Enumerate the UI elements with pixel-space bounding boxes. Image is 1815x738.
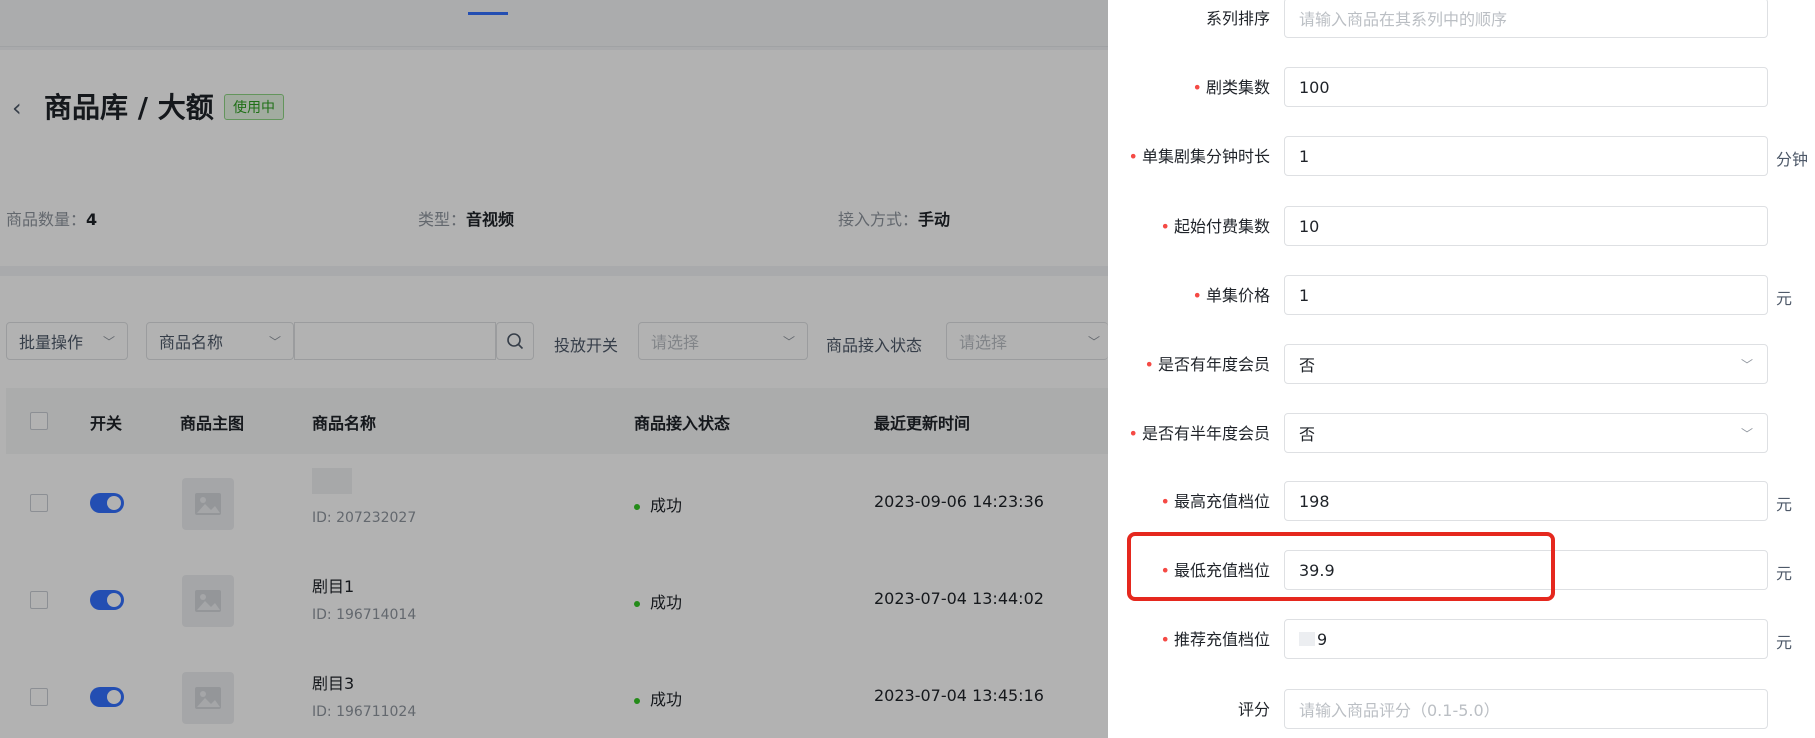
select-value: 否 bbox=[1299, 425, 1316, 444]
form-row-start-paid-episode: • 起始付费集数 10 bbox=[1108, 206, 1815, 246]
form-label: 评分 bbox=[1120, 689, 1270, 729]
form-label-text: 起始付费集数 bbox=[1173, 216, 1270, 236]
unit-label: 元 bbox=[1776, 633, 1793, 652]
max-recharge-input[interactable]: 198 bbox=[1284, 481, 1768, 521]
form-row-episode-minutes: • 单集剧集分钟时长 1 分钟 bbox=[1108, 136, 1815, 176]
form-label-text: 最高充值档位 bbox=[1173, 491, 1270, 511]
input-value: 1 bbox=[1299, 146, 1310, 166]
highlight-annotation-box bbox=[1127, 532, 1555, 601]
episode-minutes-input[interactable]: 1 bbox=[1284, 136, 1768, 176]
unit-label: 元 bbox=[1776, 564, 1793, 583]
required-mark: • bbox=[1128, 423, 1138, 443]
form-label: • 推荐充值档位 bbox=[1120, 619, 1270, 659]
form-label-text: 单集剧集分钟时长 bbox=[1141, 146, 1270, 166]
required-mark: • bbox=[1160, 216, 1170, 236]
input-value: 1 bbox=[1299, 285, 1310, 305]
chevron-down-icon: ﹀ bbox=[1740, 426, 1753, 441]
required-mark: • bbox=[1160, 629, 1170, 649]
form-row-annual-membership: • 是否有年度会员 否 ﹀ bbox=[1108, 344, 1815, 384]
form-row-series-order: 系列排序 请输入商品在其系列中的顺序 bbox=[1108, 0, 1815, 38]
input-placeholder: 请输入商品评分（0.1-5.0） bbox=[1299, 701, 1500, 720]
required-mark: • bbox=[1192, 77, 1202, 97]
form-row-half-year-membership: • 是否有半年度会员 否 ﹀ bbox=[1108, 413, 1815, 453]
half-year-membership-select[interactable]: 否 ﹀ bbox=[1284, 413, 1768, 453]
form-label: • 单集剧集分钟时长 bbox=[1120, 136, 1270, 176]
start-paid-episode-input[interactable]: 10 bbox=[1284, 206, 1768, 246]
unit-label: 元 bbox=[1776, 495, 1793, 514]
form-row-episode-price: • 单集价格 1 元 bbox=[1108, 275, 1815, 315]
edit-product-drawer: 系列排序 请输入商品在其系列中的顺序 • 剧类集数 100 • 单集剧集分钟时长 1… bbox=[1108, 0, 1815, 738]
input-value: 9 bbox=[1317, 629, 1328, 649]
input-value: 10 bbox=[1299, 216, 1320, 236]
form-label-text: 系列排序 bbox=[1205, 8, 1270, 28]
form-row-rating: 评分 请输入商品评分（0.1-5.0） bbox=[1108, 689, 1815, 729]
form-label: • 单集价格 bbox=[1120, 275, 1270, 315]
input-value: 100 bbox=[1299, 77, 1330, 97]
episode-count-input[interactable]: 100 bbox=[1284, 67, 1768, 107]
form-label: • 剧类集数 bbox=[1120, 67, 1270, 107]
recommended-recharge-input[interactable]: 9 bbox=[1284, 619, 1768, 659]
form-row-recommended-recharge: • 推荐充值档位 9 元 bbox=[1108, 619, 1815, 659]
form-label-text: 评分 bbox=[1237, 699, 1270, 719]
form-label: • 是否有半年度会员 bbox=[1120, 413, 1270, 453]
required-mark: • bbox=[1192, 285, 1202, 305]
required-mark: • bbox=[1128, 146, 1138, 166]
form-label-text: 是否有半年度会员 bbox=[1141, 423, 1270, 443]
form-label: • 起始付费集数 bbox=[1120, 206, 1270, 246]
form-label: • 最高充值档位 bbox=[1120, 481, 1270, 521]
episode-price-input[interactable]: 1 bbox=[1284, 275, 1768, 315]
series-order-input[interactable]: 请输入商品在其系列中的顺序 bbox=[1284, 0, 1768, 38]
form-label: • 是否有年度会员 bbox=[1120, 344, 1270, 384]
form-label-text: 推荐充值档位 bbox=[1173, 629, 1270, 649]
rating-input[interactable]: 请输入商品评分（0.1-5.0） bbox=[1284, 689, 1768, 729]
form-label: 系列排序 bbox=[1120, 0, 1270, 38]
form-label-text: 剧类集数 bbox=[1205, 77, 1270, 97]
select-value: 否 bbox=[1299, 356, 1316, 375]
unit-label: 元 bbox=[1776, 289, 1793, 308]
form-label-text: 单集价格 bbox=[1205, 285, 1270, 305]
form-row-episode-count: • 剧类集数 100 bbox=[1108, 67, 1815, 107]
required-mark: • bbox=[1144, 354, 1154, 374]
chevron-down-icon: ﹀ bbox=[1740, 357, 1753, 372]
form-row-max-recharge: • 最高充值档位 198 元 bbox=[1108, 481, 1815, 521]
redacted-digits bbox=[1299, 632, 1315, 646]
product-library-page: ‹ 商品库 / 大额 使用中 商品数量：4 类型：音视频 接入方式：手动 批量操… bbox=[0, 0, 1108, 738]
required-mark: • bbox=[1160, 491, 1170, 511]
annual-membership-select[interactable]: 否 ﹀ bbox=[1284, 344, 1768, 384]
unit-label: 分钟 bbox=[1776, 150, 1809, 169]
input-value: 198 bbox=[1299, 491, 1330, 511]
form-label-text: 是否有年度会员 bbox=[1157, 354, 1270, 374]
modal-mask[interactable] bbox=[0, 0, 1108, 738]
input-placeholder: 请输入商品在其系列中的顺序 bbox=[1299, 10, 1508, 29]
